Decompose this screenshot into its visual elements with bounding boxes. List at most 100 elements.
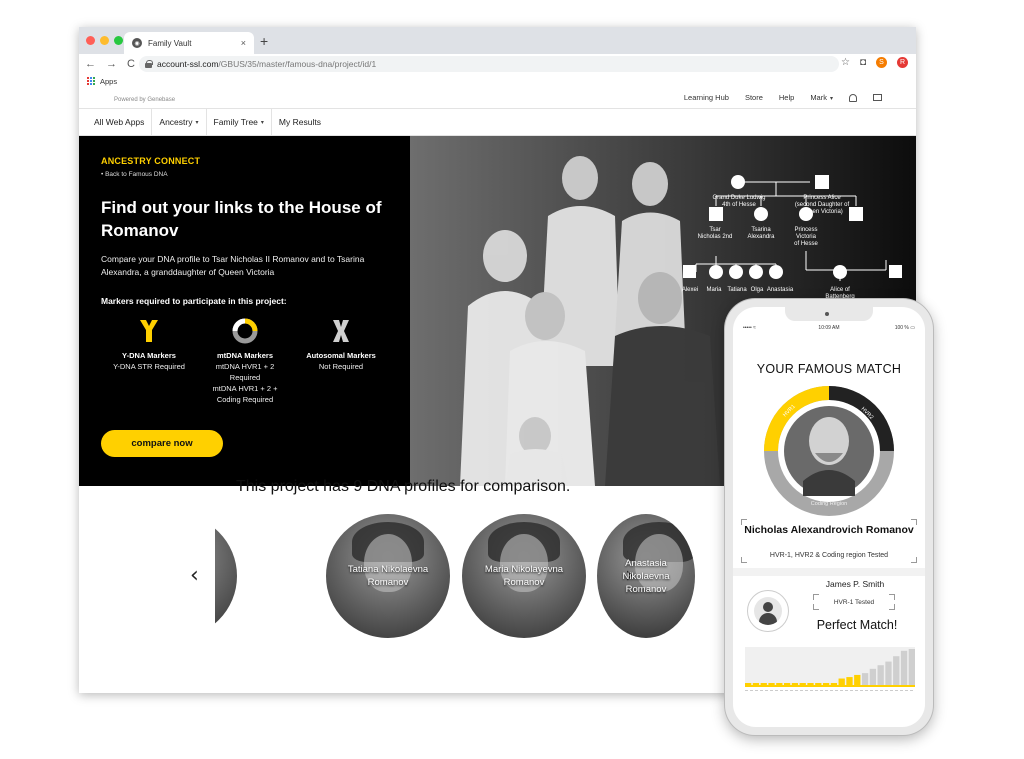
forward-button[interactable]: → [106, 58, 117, 70]
tree-label: 4th of Hesse [722, 202, 756, 208]
bookmark-star-icon[interactable]: ☆ [841, 57, 850, 68]
extension-orange-icon[interactable]: S [876, 57, 887, 68]
nav-user-menu[interactable]: Mark ▾ [810, 93, 833, 102]
subnav-label: My Results [278, 117, 321, 127]
apps-bookmark[interactable]: Apps [100, 77, 117, 86]
marker-detail: Coding Required [216, 395, 274, 404]
tree-label: Olga [751, 287, 764, 293]
back-button[interactable]: ← [85, 58, 96, 70]
bar-tick [830, 690, 833, 691]
bar-tick [745, 690, 748, 691]
new-tab-button[interactable]: + [260, 33, 268, 49]
bar-tick [875, 690, 878, 691]
apps-grid-icon[interactable] [87, 77, 95, 85]
match-bar [768, 683, 775, 685]
profile-card-tatiana[interactable]: Tatiana Nikolaevna Romanov [326, 514, 450, 638]
reload-button[interactable]: C [127, 58, 135, 70]
subnav-label: Ancestry [159, 117, 193, 127]
match-ring-chart: HVR1 HVR2 Coding Region [764, 386, 894, 516]
match-bar [854, 674, 861, 685]
globe-icon: ◉ [132, 38, 142, 48]
bell-icon[interactable] [849, 93, 857, 102]
bar-tick [755, 690, 758, 691]
bar-tick [835, 690, 838, 691]
back-to-famous-dna-link[interactable]: • Back to Famous DNA [101, 171, 168, 178]
subnav-all-web-apps[interactable]: All Web Apps [79, 109, 153, 135]
bar-tick [770, 690, 773, 691]
bar-tick [840, 690, 843, 691]
nav-learning-hub[interactable]: Learning Hub [684, 93, 729, 102]
match-bar [752, 683, 760, 685]
url-path: /GBUS/35/master/famous-dna/project/id/1 [218, 59, 377, 69]
match-bar [861, 673, 869, 685]
tree-label: Maria [706, 287, 722, 293]
match-bar [838, 678, 845, 685]
match-bar [776, 683, 783, 685]
match-bar [908, 649, 915, 685]
browser-tab[interactable]: ◉ Family Vault × [124, 32, 254, 54]
profile-card-partial[interactable] [215, 514, 237, 638]
section-divider [733, 568, 925, 576]
camera-icon[interactable]: ◘ [860, 57, 866, 68]
match-bar [885, 661, 892, 685]
bar-tick [850, 690, 853, 691]
tree-label: Princess Alice [803, 195, 841, 201]
chevron-down-icon: ▾ [260, 119, 264, 126]
url-host: account-ssl.com [157, 59, 219, 69]
marker-autosomal: Autosomal Markers Not Required [293, 318, 389, 372]
match-name: Nicholas Alexandrovich Romanov [744, 524, 914, 536]
bar-tick [775, 690, 778, 691]
nav-store[interactable]: Store [745, 93, 763, 102]
url-input[interactable]: account-ssl.com/GBUS/35/master/famous-dn… [139, 56, 839, 72]
phone-mockup: ••••• ≈ 10:09 AM 100 % ▭ YOUR FAMOUS MAT… [725, 299, 933, 735]
tab-title: Family Vault [148, 38, 192, 48]
profile-name: Tatiana Nikolaevna Romanov [347, 564, 429, 588]
sub-nav: All Web Apps Ancestry ▾ Family Tree ▾ My R… [79, 108, 916, 136]
bar-tick [825, 690, 828, 691]
subnav-ancestry[interactable]: Ancestry ▾ [152, 109, 207, 135]
bar-tick [865, 690, 868, 691]
mtdna-ring-icon [232, 318, 258, 344]
powered-by-text: Powered by Genebase [114, 97, 176, 103]
y-chromosome-icon [140, 320, 158, 342]
markers-label: Markers required to participate in this … [101, 296, 287, 306]
toolbar-icons: ☆ ◘ S R [841, 57, 908, 68]
profile-card-maria[interactable]: Maria Nikolayevna Romanov [462, 514, 586, 638]
bar-tick [820, 690, 823, 691]
extension-red-icon[interactable]: R [897, 57, 908, 68]
close-window-button[interactable] [86, 36, 95, 45]
match-bar [815, 683, 822, 685]
minimize-window-button[interactable] [100, 36, 109, 45]
mail-icon[interactable] [873, 94, 882, 101]
tree-label: Anastasia [767, 287, 794, 293]
subnav-family-tree[interactable]: Family Tree ▾ [207, 109, 272, 135]
maximize-window-button[interactable] [114, 36, 123, 45]
avatar [747, 590, 789, 632]
famous-match-title: YOUR FAMOUS MATCH [756, 362, 902, 376]
match-bar [807, 683, 814, 685]
top-nav: Learning Hub Store Help Mark ▾ [684, 93, 882, 102]
bar-tick [905, 690, 908, 691]
profiles-heading: This project has 9 DNA profiles for comp… [236, 478, 571, 495]
bar-tick [765, 690, 768, 691]
match-bar [745, 683, 752, 685]
chevron-left-icon[interactable]: ‹ [190, 563, 199, 588]
bar-tick [845, 690, 848, 691]
chevron-down-icon: ▾ [195, 119, 199, 126]
nav-help[interactable]: Help [779, 93, 794, 102]
match-bar [893, 656, 900, 685]
subnav-my-results[interactable]: My Results [272, 109, 328, 135]
match-tested: HVR-1, HVR2 & Coding region Tested [769, 552, 889, 559]
battery-icon: 100 % ▭ [894, 325, 915, 331]
match-bar-chart [745, 647, 915, 691]
compare-now-button[interactable]: compare now [101, 430, 223, 457]
profile-card-anastasia[interactable]: Anastasia Nikolaevna Romanov [597, 514, 695, 638]
tree-label: Alice of [830, 287, 850, 293]
marker-detail: mtDNA HVR1 + 2 [215, 362, 275, 371]
bar-tick [790, 690, 793, 691]
tree-label: Victoria [796, 234, 817, 240]
tab-close-icon[interactable]: × [241, 38, 246, 48]
tab-bar: ◉ Family Vault × + [79, 27, 916, 54]
tree-label: Queen Victoria) [801, 209, 843, 215]
lock-icon [145, 60, 153, 68]
